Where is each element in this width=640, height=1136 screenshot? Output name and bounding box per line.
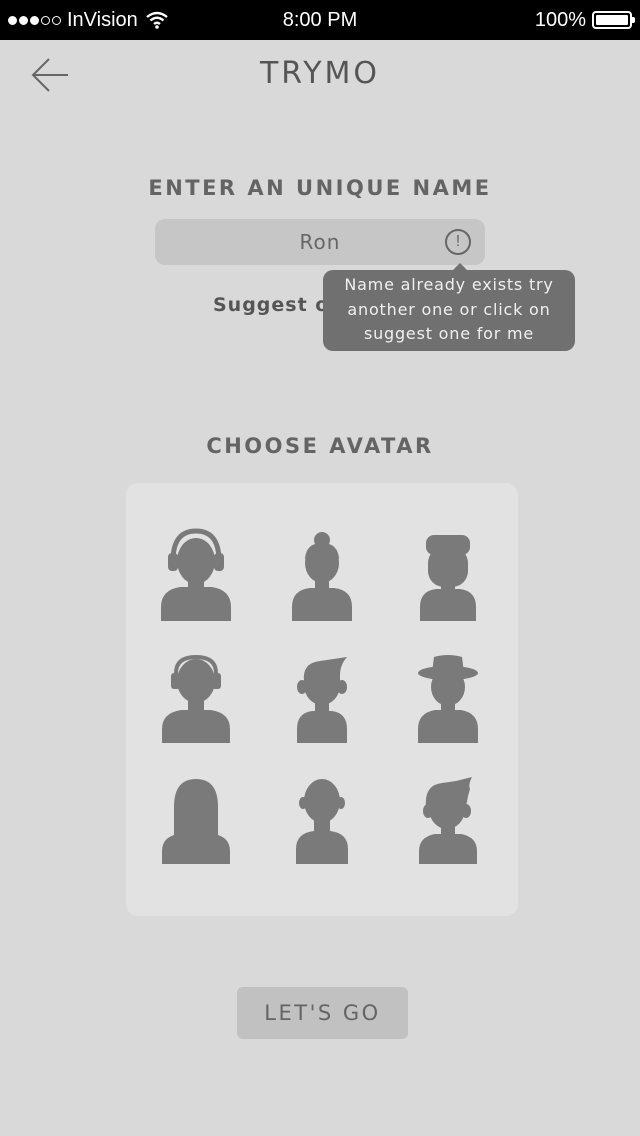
avatar-quiff-icon	[297, 657, 347, 743]
avatar-heading: CHOOSE AVATAR	[206, 434, 434, 458]
status-right: 100%	[534, 0, 635, 40]
avatar-option-bald[interactable]	[272, 767, 372, 877]
avatar-option-bun-hair[interactable]	[272, 523, 372, 633]
tooltip-line: Name already exists try	[344, 275, 554, 294]
battery-percent: 100%	[534, 8, 586, 31]
avatar-bald-icon	[296, 779, 348, 864]
avatar-headphones-icon	[161, 528, 231, 621]
avatar-long-hair-icon	[162, 779, 230, 864]
avatar-flat-top-icon	[420, 535, 476, 621]
tooltip-line: another one or click on	[347, 299, 551, 319]
avatar-fedora-icon	[418, 655, 478, 743]
battery-icon	[592, 11, 635, 29]
avatar-option-fedora[interactable]	[398, 645, 498, 755]
avatar-spiky-hair-icon	[419, 777, 477, 864]
warning-icon[interactable]: !	[445, 229, 471, 255]
error-tooltip: Name already exists try another one or c…	[323, 263, 575, 351]
name-heading: ENTER AN UNIQUE NAME	[148, 176, 492, 200]
avatar-option-quiff[interactable]	[272, 645, 372, 755]
avatar-option-flat-top[interactable]	[398, 523, 498, 633]
name-input[interactable]	[155, 219, 485, 265]
avatar-option-spiky-hair[interactable]	[398, 767, 498, 877]
tooltip-line: suggest one for me	[363, 324, 535, 343]
suggest-name-link[interactable]: Suggest one for me	[213, 294, 323, 316]
lets-go-button[interactable]: LET'S GO	[237, 987, 408, 1039]
avatar-option-headphones[interactable]	[146, 523, 246, 633]
avatar-option-headset[interactable]	[146, 645, 246, 755]
name-field[interactable]	[155, 219, 485, 265]
avatar-bun-hair-icon	[292, 532, 352, 621]
avatar-option-long-hair[interactable]	[146, 767, 246, 877]
page-title: TRYMO	[259, 56, 381, 91]
avatar-grid	[126, 483, 518, 916]
avatar-headset-icon	[162, 654, 230, 743]
status-bar: InVision 8:00 PM 100%	[0, 0, 640, 40]
